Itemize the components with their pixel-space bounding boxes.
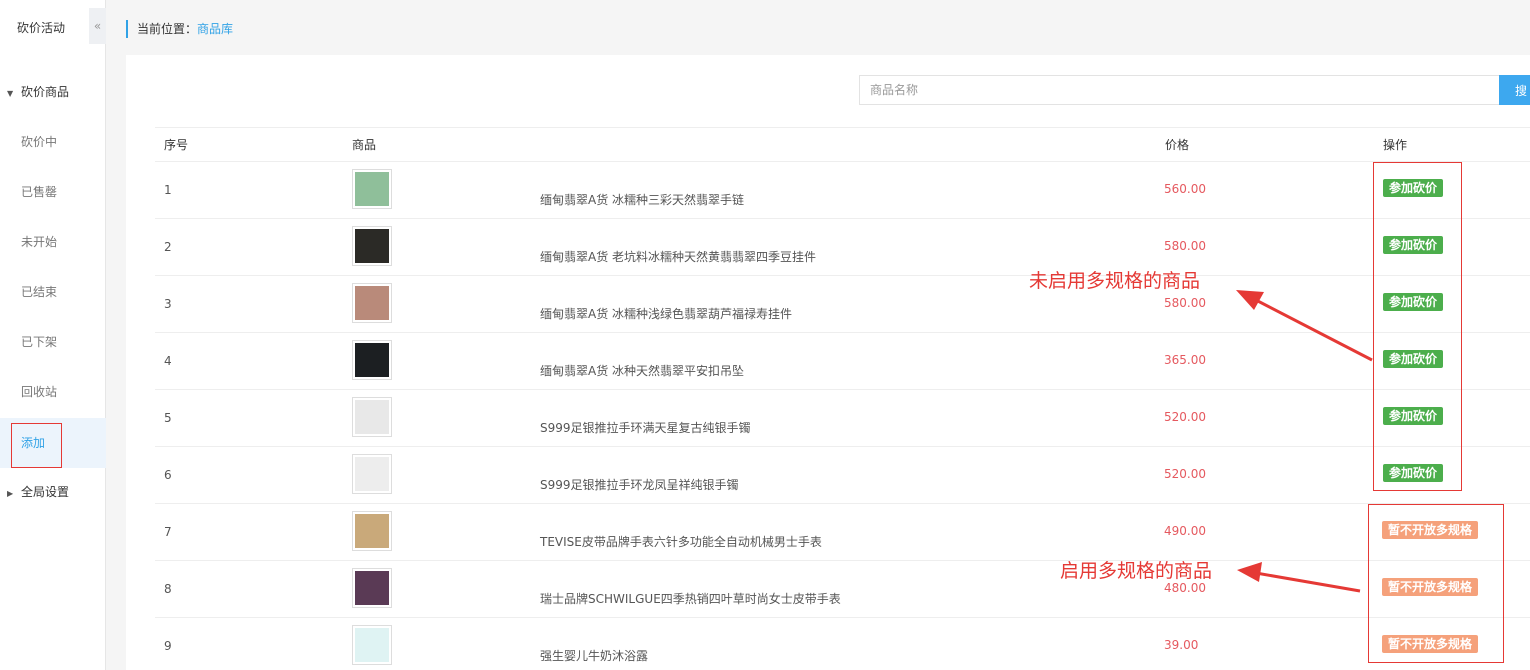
arrow-single-spec-line	[1251, 296, 1373, 362]
arrow-multi-spec-head	[1237, 562, 1262, 582]
arrow-single-spec-head	[1236, 290, 1264, 310]
arrow-multi-spec-line	[1255, 571, 1361, 593]
annotation-arrows	[1236, 290, 1373, 593]
